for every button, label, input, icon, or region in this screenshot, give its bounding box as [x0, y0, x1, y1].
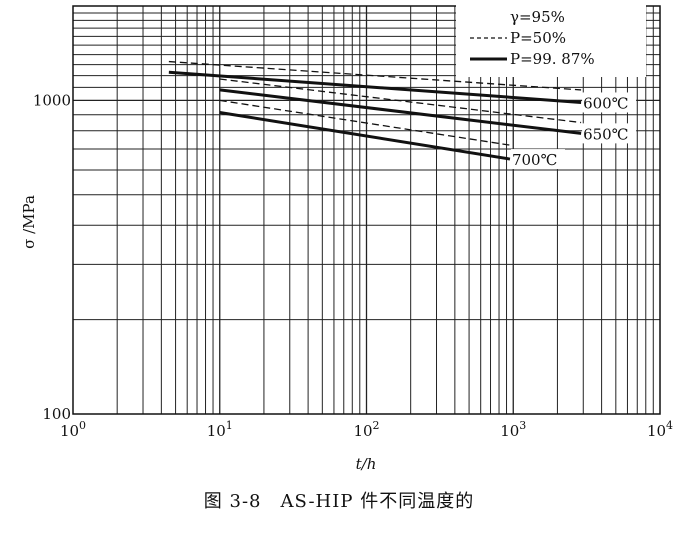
x-axis-label: t/h [356, 455, 377, 473]
legend-label: γ=95% [510, 8, 565, 26]
x-tick-label: 104 [647, 419, 673, 440]
legend-label: P=50% [510, 29, 566, 47]
temperature-label: 600℃ [583, 94, 628, 112]
figure-caption: 图 3-8 AS-HIP 件不同温度的 [203, 491, 475, 512]
x-tick-label: 101 [207, 419, 233, 440]
y-tick-label: 100 [42, 405, 71, 423]
series-line-solid [219, 88, 582, 135]
legend-label: P=99. 87% [510, 50, 595, 68]
y-axis-label: σ /MPa [20, 195, 38, 249]
creep-strength-chart: γ=95% P=50% P=99. 87% 100 101 102 103 104 100 1… [20, 4, 673, 473]
temperature-label: 700℃ [512, 151, 557, 169]
x-tick-label: 103 [500, 419, 526, 440]
x-tick-label: 102 [353, 419, 379, 440]
y-tick-label: 1000 [33, 91, 71, 109]
y-tick-labels: 100 1000 [33, 91, 71, 423]
x-tick-labels: 100 101 102 103 104 [60, 419, 673, 440]
legend: γ=95% P=50% P=99. 87% [456, 4, 646, 77]
temperature-label: 650℃ [583, 125, 628, 143]
